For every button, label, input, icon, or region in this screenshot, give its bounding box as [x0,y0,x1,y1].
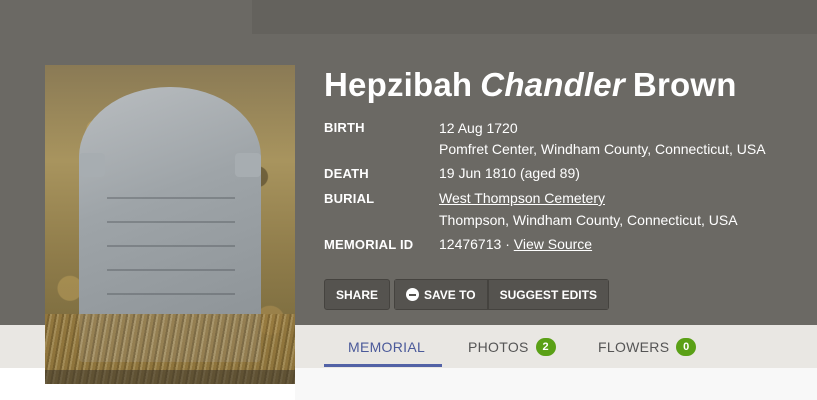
tab-memorial-label: MEMORIAL [348,338,426,355]
flowers-count-badge: 0 [676,337,697,356]
photos-count-badge: 2 [535,337,556,356]
id-separator: · [505,236,510,252]
burial-label: BURIAL [324,191,375,206]
tab-photos[interactable]: PHOTOS 2 [468,325,556,368]
death-date: 19 Jun 1810 (aged 89) [439,165,580,181]
header-top-strip [252,0,817,34]
memorial-name: Hepzibah Chandler Brown [324,66,737,104]
memorial-id: 12476713 [439,236,502,252]
tab-memorial[interactable]: MEMORIAL [348,325,425,368]
birth-place: Pomfret Center, Windham County, Connecti… [439,141,766,157]
death-label: DEATH [324,166,369,181]
tab-photos-label: PHOTOS [468,338,529,355]
first-name: Hepzibah [324,66,473,103]
save-edit-group: SAVE TO SUGGEST EDITS [394,279,609,310]
birth-date: 12 Aug 1720 [439,120,518,136]
maiden-name: Chandler [480,66,625,103]
content-panel [295,368,817,400]
last-name: Brown [632,66,737,103]
birth-label: BIRTH [324,120,365,135]
memorial-id-label: MEMORIAL ID [324,237,414,252]
headstone-inscription [107,183,235,313]
tab-flowers-label: FLOWERS [598,338,670,355]
view-source-link[interactable]: View Source [514,236,592,252]
save-to-button[interactable]: SAVE TO [394,279,488,310]
save-to-label: SAVE TO [424,287,476,302]
memorial-id-value: 12476713 · View Source [439,236,592,252]
active-tab-indicator [324,364,442,367]
memorial-actions: SHARE SAVE TO SUGGEST EDITS [324,279,609,310]
burial-place: Thompson, Windham County, Connecticut, U… [439,212,738,228]
minus-circle-icon [406,288,420,301]
burial-cemetery-link[interactable]: West Thompson Cemetery [439,190,605,206]
tab-flowers[interactable]: FLOWERS 0 [598,325,697,368]
gravestone-photo[interactable] [45,65,295,384]
suggest-edits-button[interactable]: SUGGEST EDITS [487,279,609,310]
share-button[interactable]: SHARE [324,279,391,310]
